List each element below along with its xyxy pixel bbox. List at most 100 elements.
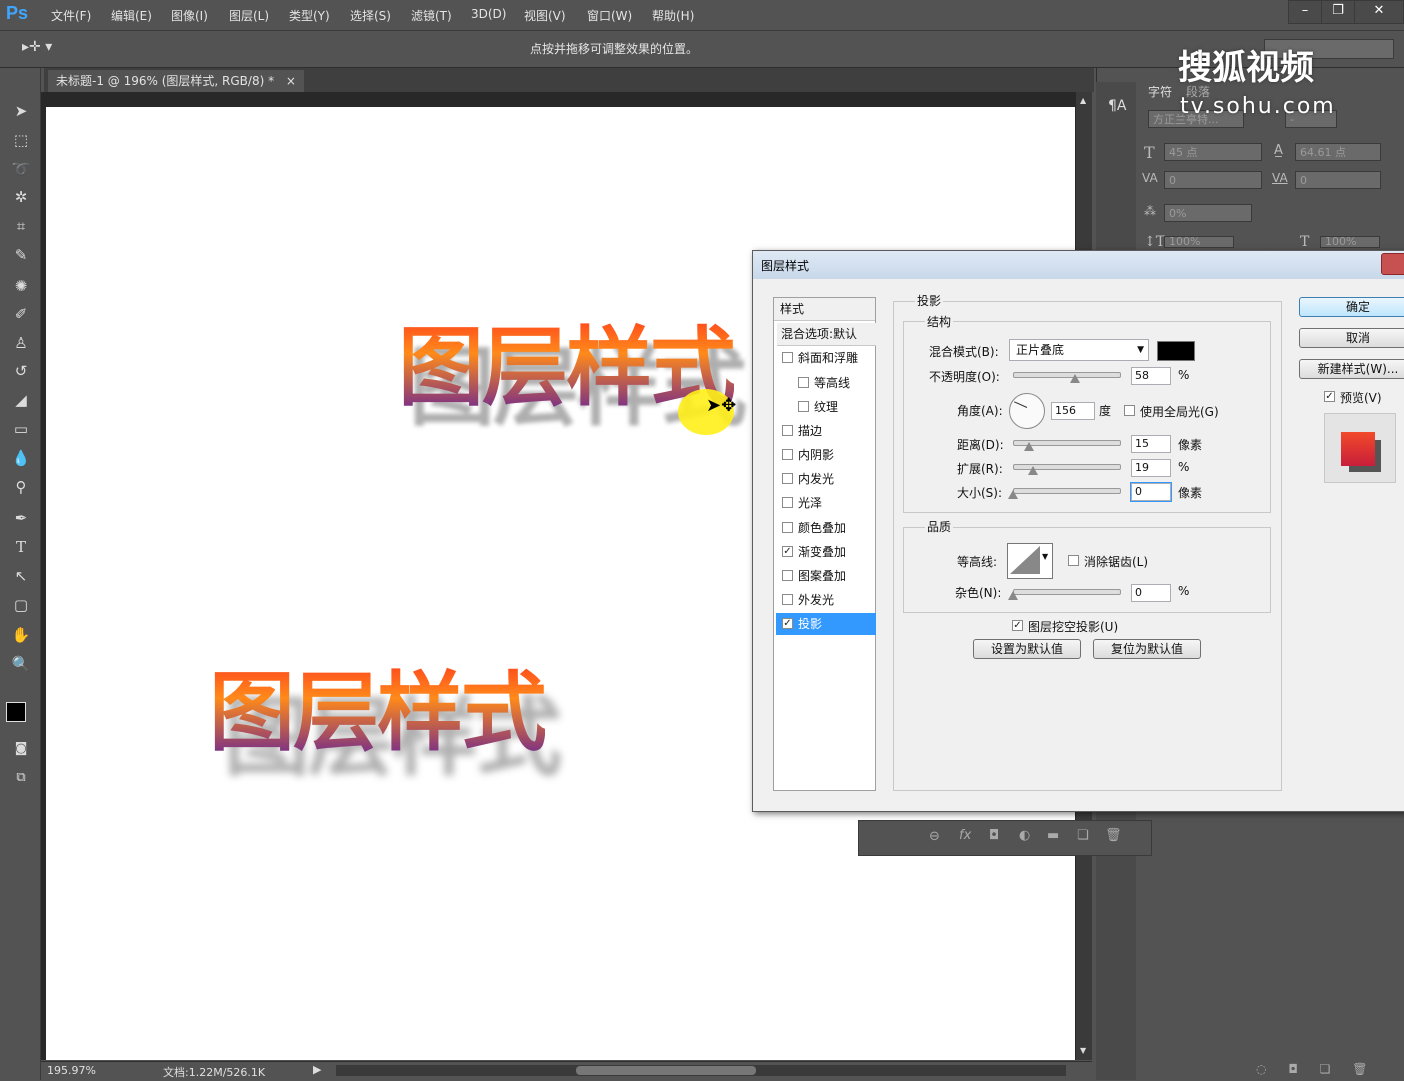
style-item-8[interactable]: 颜色叠加: [776, 517, 876, 539]
new-layer-icon[interactable]: ❏: [1077, 828, 1089, 843]
horizontal-scrollbar[interactable]: [336, 1065, 1066, 1076]
dialog-titlebar[interactable]: 图层样式: [753, 251, 1404, 279]
group-folder-icon[interactable]: ▬: [1047, 828, 1059, 843]
history-brush-tool-icon[interactable]: ↺: [10, 360, 32, 382]
path-selection-tool-icon[interactable]: ↖: [10, 565, 32, 587]
style-item-3[interactable]: 纹理: [792, 396, 876, 418]
style-item-5[interactable]: 内阴影: [776, 444, 876, 466]
new-style-button[interactable]: 新建样式(W)...: [1299, 359, 1404, 379]
menu-view[interactable]: 视图(V): [524, 7, 566, 24]
horizontal-scroll-thumb[interactable]: [576, 1066, 756, 1075]
distance-input[interactable]: 15: [1131, 435, 1171, 453]
menu-image[interactable]: 图像(I): [171, 7, 208, 24]
angle-input[interactable]: 156: [1051, 402, 1095, 420]
style-item-11[interactable]: 外发光: [776, 589, 876, 611]
horizontal-scale-field[interactable]: 100%: [1320, 236, 1380, 248]
distance-slider-thumb[interactable]: [1024, 442, 1034, 451]
clone-stamp-tool-icon[interactable]: ♙: [10, 332, 32, 354]
menu-help[interactable]: 帮助(H): [652, 7, 694, 24]
style-blending-options[interactable]: 混合选项:默认: [777, 323, 876, 346]
style-item-checkbox[interactable]: ✓: [782, 546, 793, 557]
menu-layer[interactable]: 图层(L): [229, 7, 269, 24]
foreground-color-swatch[interactable]: [6, 702, 26, 722]
preview-checkbox[interactable]: ✓: [1324, 391, 1335, 402]
blur-tool-icon[interactable]: 💧: [10, 447, 32, 469]
menu-window[interactable]: 窗口(W): [587, 7, 632, 24]
vertical-scale-field[interactable]: 100%: [1164, 236, 1234, 248]
style-item-checkbox[interactable]: [782, 570, 793, 581]
size-slider[interactable]: [1013, 488, 1121, 494]
eyedropper-tool-icon[interactable]: ✎: [10, 244, 32, 266]
noise-input[interactable]: 0: [1131, 584, 1171, 602]
new-item-icon[interactable]: ❏: [1320, 1062, 1331, 1076]
contour-picker[interactable]: ▼: [1007, 543, 1053, 579]
style-item-checkbox[interactable]: [798, 377, 809, 388]
contour-dropdown-icon[interactable]: ▼: [1042, 552, 1048, 561]
opacity-slider-thumb[interactable]: [1070, 374, 1080, 383]
style-item-checkbox[interactable]: [782, 352, 793, 363]
size-input[interactable]: 0: [1130, 482, 1172, 502]
style-item-checkbox[interactable]: [782, 497, 793, 508]
ok-button[interactable]: 确定: [1299, 297, 1404, 317]
font-size-field[interactable]: 45 点: [1164, 143, 1262, 161]
character-panel-icon[interactable]: ¶A: [1108, 98, 1126, 114]
move-tool-preset-icon[interactable]: ▸✛ ▾: [22, 39, 52, 55]
size-slider-thumb[interactable]: [1008, 490, 1018, 499]
menu-edit[interactable]: 编辑(E): [111, 7, 152, 24]
style-item-checkbox[interactable]: ✓: [782, 618, 793, 629]
scale-field[interactable]: 0%: [1164, 204, 1252, 222]
link-layers-icon[interactable]: ⊖: [929, 829, 940, 844]
anti-alias-checkbox[interactable]: [1068, 555, 1079, 566]
add-mask-icon[interactable]: ◘: [989, 828, 999, 843]
noise-slider[interactable]: [1013, 589, 1121, 595]
status-menu-arrow-icon[interactable]: ▶: [313, 1063, 321, 1076]
fx-icon[interactable]: fx: [959, 828, 971, 843]
style-item-6[interactable]: 内发光: [776, 468, 876, 490]
kerning-field[interactable]: 0: [1164, 171, 1262, 189]
gradient-tool-icon[interactable]: ▭: [10, 418, 32, 440]
hand-tool-icon[interactable]: ✋: [10, 624, 32, 646]
style-item-9[interactable]: ✓ 渐变叠加: [776, 541, 876, 563]
menu-filter[interactable]: 滤镜(T): [411, 7, 452, 24]
restore-button[interactable]: ❐: [1321, 0, 1355, 24]
quick-mask-icon[interactable]: ◙: [10, 738, 32, 760]
dialog-close-button[interactable]: [1381, 253, 1404, 275]
trash-icon[interactable]: 🗑: [1105, 828, 1122, 843]
shape-tool-icon[interactable]: ▢: [10, 594, 32, 616]
dodge-tool-icon[interactable]: ⚲: [10, 476, 32, 498]
angle-dial[interactable]: [1009, 393, 1045, 429]
menu-3d[interactable]: 3D(D): [471, 7, 506, 21]
dotted-circle-icon[interactable]: ◌: [1256, 1062, 1266, 1076]
brush-tool-icon[interactable]: ✐: [10, 303, 32, 325]
document-tab[interactable]: 未标题-1 @ 196% (图层样式, RGB/8) * ×: [48, 70, 304, 92]
delete-icon[interactable]: 🗑: [1352, 1062, 1367, 1076]
style-item-2[interactable]: 等高线: [792, 372, 876, 394]
type-tool-icon[interactable]: T: [10, 536, 32, 558]
knockout-checkbox[interactable]: ✓: [1012, 620, 1023, 631]
style-item-checkbox[interactable]: [782, 594, 793, 605]
healing-brush-tool-icon[interactable]: ✺: [10, 275, 32, 297]
eraser-tool-icon[interactable]: ◢: [10, 389, 32, 411]
global-light-checkbox[interactable]: [1124, 405, 1135, 416]
menu-type[interactable]: 类型(Y): [289, 7, 330, 24]
blend-mode-select[interactable]: 正片叠底 ▼: [1009, 339, 1149, 361]
leading-field[interactable]: 64.61 点: [1295, 143, 1381, 161]
crop-tool-icon[interactable]: ⌗: [10, 215, 32, 237]
zoom-tool-icon[interactable]: 🔍: [10, 653, 32, 675]
magic-wand-tool-icon[interactable]: ✲: [10, 186, 32, 208]
zoom-level[interactable]: 195.97%: [47, 1064, 96, 1077]
screen-mode-icon[interactable]: ⧉: [10, 767, 32, 789]
shadow-color-swatch[interactable]: [1157, 341, 1195, 361]
adjustment-layer-icon[interactable]: ◐: [1019, 828, 1030, 843]
style-item-4[interactable]: 描边: [776, 420, 876, 442]
cancel-button[interactable]: 取消: [1299, 328, 1404, 348]
tracking-field[interactable]: 0: [1295, 171, 1381, 189]
lasso-tool-icon[interactable]: ➰: [10, 158, 32, 180]
reset-default-button[interactable]: 复位为默认值: [1093, 639, 1201, 659]
style-item-checkbox[interactable]: [782, 425, 793, 436]
spread-input[interactable]: 19: [1131, 459, 1171, 477]
style-item-10[interactable]: 图案叠加: [776, 565, 876, 587]
menu-file[interactable]: 文件(F): [51, 7, 91, 24]
spread-slider-thumb[interactable]: [1028, 466, 1038, 475]
set-default-button[interactable]: 设置为默认值: [973, 639, 1081, 659]
